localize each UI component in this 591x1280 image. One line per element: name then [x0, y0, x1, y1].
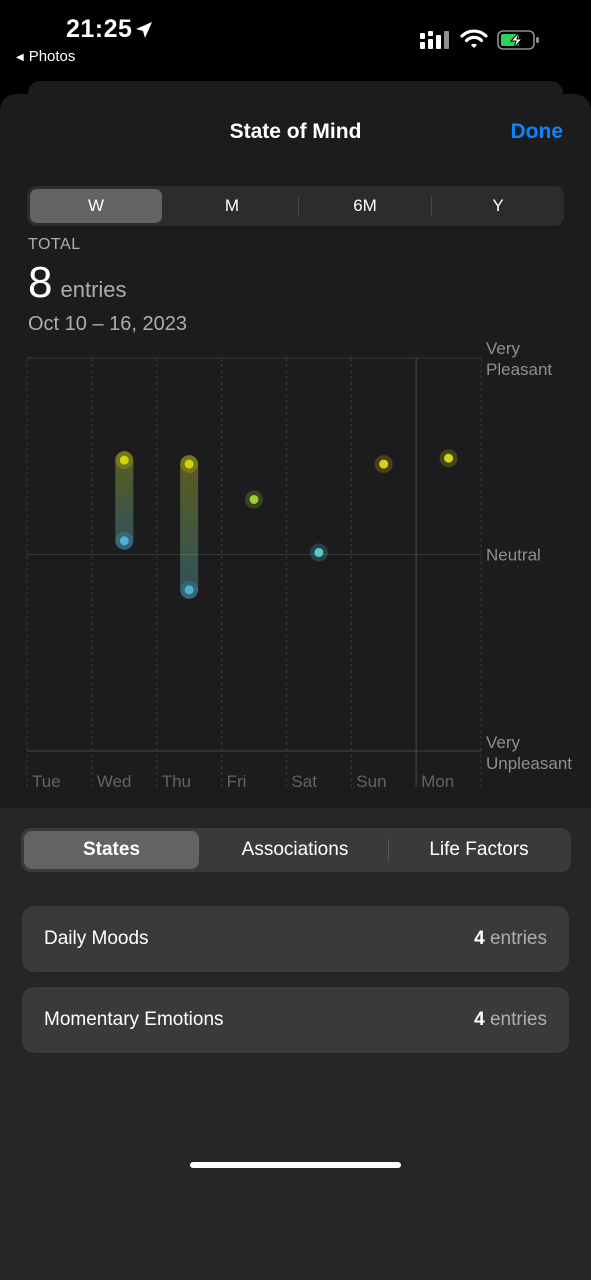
entries-count: 8 — [28, 258, 53, 307]
entries-summary: 8 entries — [28, 258, 127, 308]
x-tick-label: Wed — [97, 772, 132, 791]
y-label-neutral: Neutral — [486, 546, 541, 565]
daily-moods-row[interactable]: Daily Moods 4 entries — [22, 906, 569, 972]
row-unit: entries — [489, 928, 547, 949]
date-range: Oct 10 – 16, 2023 — [28, 313, 188, 335]
mood-point-wed[interactable] — [119, 536, 129, 546]
mood-point-mon[interactable] — [444, 453, 454, 463]
range-tab-year[interactable]: Y — [432, 186, 564, 226]
done-button[interactable]: Done — [511, 120, 564, 144]
back-to-app-link[interactable]: ◀ Photos — [16, 48, 75, 65]
row-value: 4 entries — [474, 1009, 547, 1031]
mood-point-wed[interactable] — [119, 455, 129, 465]
mood-point-thu[interactable] — [184, 585, 194, 595]
range-bar-thu — [180, 455, 199, 599]
status-bar: 21:25 ◀ Photos — [0, 0, 591, 80]
mood-point-thu[interactable] — [184, 459, 194, 469]
back-app-label: Photos — [28, 48, 76, 65]
tab-associations[interactable]: Associations — [202, 828, 388, 872]
row-count: 4 — [474, 1009, 485, 1030]
tab-life-factors[interactable]: Life Factors — [389, 828, 569, 872]
x-tick-label: Tue — [32, 772, 61, 791]
range-tab-6-months[interactable]: 6M — [299, 186, 431, 226]
x-tick-label: Thu — [162, 772, 191, 791]
row-label: Daily Moods — [44, 928, 149, 949]
y-label-bottom-line1: Very — [486, 733, 521, 752]
y-label-top-line2: Pleasant — [486, 360, 552, 379]
x-tick-label: Mon — [421, 772, 454, 791]
row-unit: entries — [489, 1009, 547, 1030]
x-tick-label: Sun — [356, 772, 386, 791]
tab-states[interactable]: States — [24, 831, 199, 869]
category-tabs: States Associations Life Factors — [21, 828, 571, 872]
range-tab-month[interactable]: M — [166, 186, 298, 226]
y-label-top-line1: Very — [486, 339, 521, 358]
row-count: 4 — [474, 928, 485, 949]
mood-point-sun[interactable] — [379, 459, 389, 469]
momentary-emotions-row[interactable]: Momentary Emotions 4 entries — [22, 987, 569, 1053]
row-label: Momentary Emotions — [44, 1009, 224, 1030]
home-indicator[interactable] — [190, 1162, 401, 1168]
range-tab-week[interactable]: W — [30, 189, 162, 223]
row-value: 4 entries — [474, 928, 547, 950]
location-arrow-icon — [136, 22, 152, 38]
total-label: TOTAL — [28, 236, 81, 253]
y-label-bottom-line2: Unpleasant — [486, 754, 572, 773]
sheet-title: State of Mind — [229, 120, 362, 143]
time-range-control: W M 6M Y — [27, 186, 564, 226]
battery-charging-icon — [497, 30, 539, 50]
cellular-signal-icon — [420, 31, 449, 49]
back-triangle-icon: ◀ — [16, 52, 24, 63]
mood-point-fri[interactable] — [249, 494, 259, 504]
state-of-mind-chart[interactable]: Tue Wed Thu Fri Sat Sun Mon Very Pleasant Neutral… — [0, 338, 591, 798]
x-tick-label: Fri — [227, 772, 247, 791]
entries-unit: entries — [60, 277, 127, 302]
mood-point-sat[interactable] — [314, 548, 324, 558]
x-tick-label: Sat — [291, 772, 317, 791]
state-of-mind-sheet: State of Mind Done W M 6M Y TOTAL 8 entri… — [0, 94, 591, 1280]
status-time: 21:25 — [66, 15, 133, 43]
wifi-icon — [460, 29, 488, 48]
